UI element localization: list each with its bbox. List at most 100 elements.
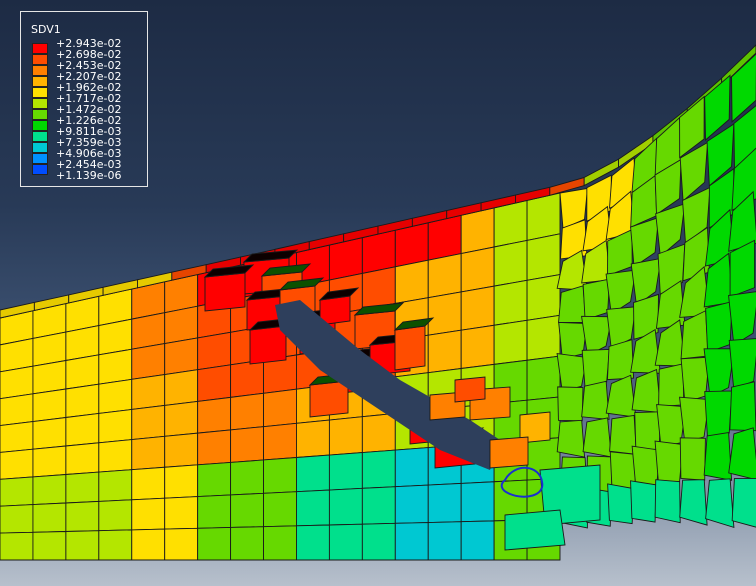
- crack-fragment: [454, 376, 486, 403]
- mesh-element: [460, 285, 495, 331]
- mesh-element: [526, 192, 561, 241]
- mesh-element: [361, 522, 396, 561]
- mesh-element: [582, 278, 611, 321]
- mesh-element: [164, 496, 199, 530]
- mesh-element: [131, 435, 166, 471]
- mesh-element: [654, 479, 681, 524]
- model-viewport[interactable]: SDV1 +2.943e-02 +2.698e-02 +2.453e-02 +2…: [0, 0, 756, 586]
- mesh-element: [526, 355, 561, 401]
- mesh-element: [0, 504, 34, 534]
- legend-swatch: [32, 43, 48, 54]
- mesh-element: [493, 279, 528, 326]
- legend-title: SDV1: [31, 23, 61, 36]
- mesh-element: [394, 259, 429, 305]
- mesh-element: [164, 464, 199, 499]
- mesh-element: [361, 486, 396, 525]
- legend-color-scale: +2.943e-02 +2.698e-02 +2.453e-02 +2.207e…: [32, 38, 121, 181]
- mesh-element: [679, 479, 708, 526]
- mesh-element: [581, 348, 610, 388]
- mesh-element: [361, 412, 396, 454]
- mesh-element: [0, 365, 34, 400]
- mesh-element: [606, 339, 635, 381]
- mesh-element: [131, 404, 166, 441]
- mesh-element: [131, 312, 166, 350]
- mesh-element: [0, 421, 34, 453]
- mesh-element: [526, 274, 561, 321]
- mesh-element: [65, 442, 100, 475]
- mesh-element: [394, 447, 429, 488]
- mesh-element: [703, 348, 736, 398]
- mesh-element: [493, 199, 528, 248]
- mesh-element: [460, 481, 495, 523]
- mesh-element: [65, 530, 100, 561]
- mesh-element: [164, 432, 199, 468]
- mesh-element: [361, 266, 396, 310]
- mesh-element: [98, 469, 133, 502]
- mesh-element: [65, 412, 100, 447]
- mesh-element: [705, 478, 735, 529]
- mesh-element: [263, 491, 297, 528]
- mesh-element: [230, 426, 264, 463]
- mesh-element: [328, 416, 363, 456]
- mesh-element: [32, 474, 67, 506]
- crack-element: [394, 325, 426, 371]
- mesh-element: [98, 378, 133, 414]
- mesh-element: [427, 521, 462, 561]
- legend-swatch: [32, 98, 48, 109]
- legend-swatch: [32, 109, 48, 120]
- mesh-element: [328, 523, 363, 561]
- mesh-element: [581, 380, 610, 420]
- mesh-element: [98, 439, 133, 473]
- legend-label: +1.139e-06: [56, 169, 122, 182]
- mesh-element: [679, 437, 706, 481]
- mesh-element: [605, 374, 637, 418]
- mesh-element: [728, 291, 756, 346]
- mesh-element: [32, 359, 67, 395]
- mesh-element: [328, 487, 363, 526]
- mesh-element: [394, 484, 429, 524]
- mesh-element: [0, 531, 34, 561]
- mesh-element: [164, 400, 199, 437]
- mesh-element: [704, 390, 733, 437]
- mesh-element: [493, 319, 528, 365]
- legend-swatch: [32, 76, 48, 87]
- mesh-element: [65, 354, 100, 390]
- mesh-element: [164, 527, 199, 561]
- mesh-element: [731, 478, 756, 528]
- mesh-element: [98, 318, 133, 356]
- mesh-element: [98, 499, 133, 532]
- mesh-element: [197, 494, 232, 529]
- mesh-element: [630, 480, 657, 523]
- mesh-element: [65, 500, 100, 532]
- mesh-element: [526, 314, 561, 361]
- mesh-element: [197, 364, 232, 402]
- mesh-element: [728, 338, 756, 390]
- mesh-element: [263, 388, 297, 428]
- mesh-element: [263, 457, 297, 494]
- mesh-element: [98, 529, 133, 561]
- mesh-element: [131, 343, 166, 380]
- mesh-element: [296, 489, 330, 527]
- mesh-element: [230, 392, 264, 431]
- mesh-element: [460, 246, 495, 293]
- mesh-element: [361, 449, 396, 489]
- legend-swatch: [32, 153, 48, 164]
- mesh-element: [493, 239, 528, 287]
- mesh-element: [427, 291, 462, 336]
- mesh-element: [263, 525, 297, 561]
- mesh-element: [703, 431, 733, 481]
- mesh-element: [197, 396, 232, 434]
- mesh-element: [32, 416, 67, 450]
- mesh-element: [557, 386, 584, 422]
- legend-swatch: [32, 87, 48, 98]
- mesh-element: [98, 348, 133, 385]
- mesh-element: [582, 417, 612, 458]
- mesh-element: [460, 324, 495, 370]
- mesh-element: [164, 369, 199, 406]
- mesh-element: [131, 497, 166, 531]
- mesh-element: [556, 419, 586, 458]
- mesh-element: [0, 448, 34, 480]
- crack-element: [249, 325, 287, 365]
- mesh-element: [32, 445, 67, 478]
- fragment-block: [504, 509, 566, 551]
